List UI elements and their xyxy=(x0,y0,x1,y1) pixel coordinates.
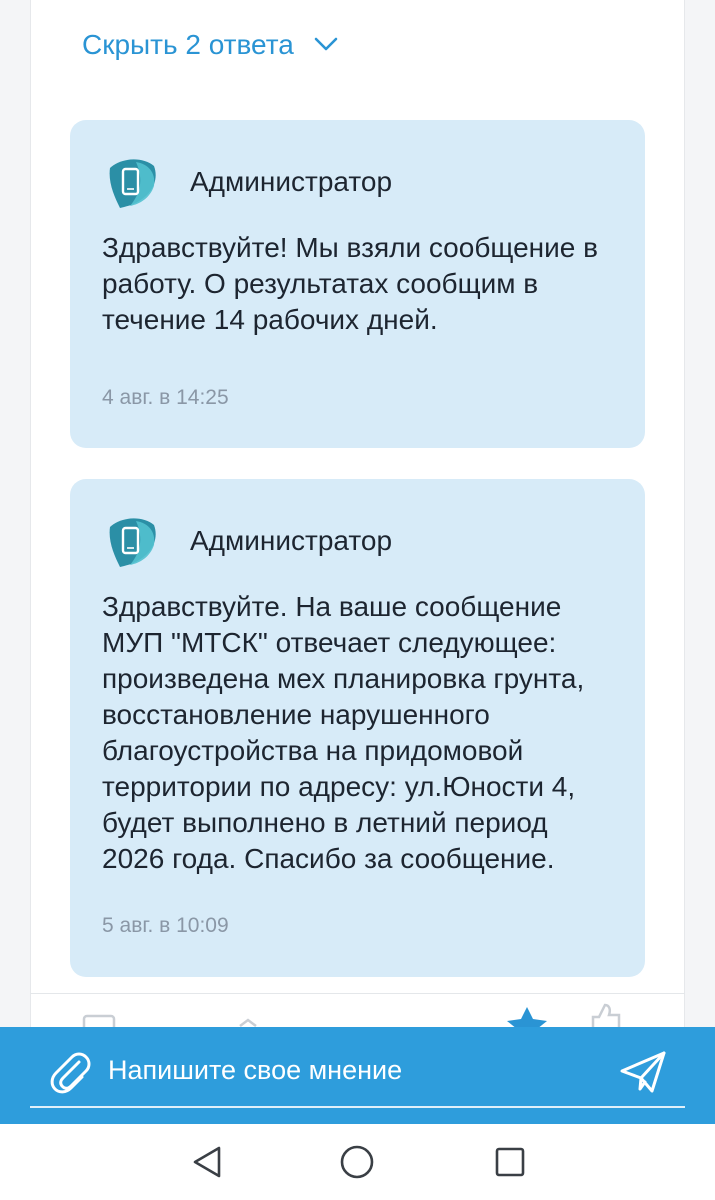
reply-header: Администратор xyxy=(106,513,392,569)
reply-card: Администратор Здравствуйте! Мы взяли соо… xyxy=(70,120,645,448)
chevron-down-icon xyxy=(314,37,338,51)
hide-replies-button[interactable]: Скрыть 2 ответа xyxy=(82,26,338,64)
reply-header: Администратор xyxy=(106,154,392,210)
input-underline xyxy=(30,1106,685,1108)
reply-timestamp: 5 авг. в 10:09 xyxy=(102,914,229,937)
like-icon[interactable] xyxy=(585,1003,625,1029)
reply-author: Администратор xyxy=(190,166,393,197)
admin-avatar-icon xyxy=(109,159,156,208)
send-icon[interactable] xyxy=(618,1049,668,1095)
hide-replies-label: Скрыть 2 ответа xyxy=(82,29,294,60)
reply-text: Здравствуйте! Мы взяли сообщение в работ… xyxy=(102,232,598,335)
comment-icon[interactable] xyxy=(82,1008,116,1028)
square-recents-icon[interactable] xyxy=(490,1142,530,1182)
reply-author: Администратор xyxy=(190,525,393,556)
reply-card: Администратор Здравствуйте. На ваше сооб… xyxy=(70,479,645,977)
triangle-back-icon[interactable] xyxy=(187,1142,227,1182)
system-navigation-bar xyxy=(0,1124,715,1200)
comment-composer xyxy=(0,1027,715,1124)
paperclip-icon[interactable] xyxy=(46,1049,92,1095)
reply-timestamp: 4 авг. в 14:25 xyxy=(102,386,229,409)
circle-home-icon[interactable] xyxy=(337,1142,377,1182)
share-icon[interactable] xyxy=(236,1008,262,1028)
actions-divider xyxy=(30,993,685,994)
star-icon[interactable] xyxy=(505,1005,549,1029)
admin-avatar-icon xyxy=(109,518,156,567)
reply-text: Здравствуйте. На ваше сообщение МУП "МТС… xyxy=(102,591,585,874)
comment-input[interactable] xyxy=(108,1045,588,1095)
